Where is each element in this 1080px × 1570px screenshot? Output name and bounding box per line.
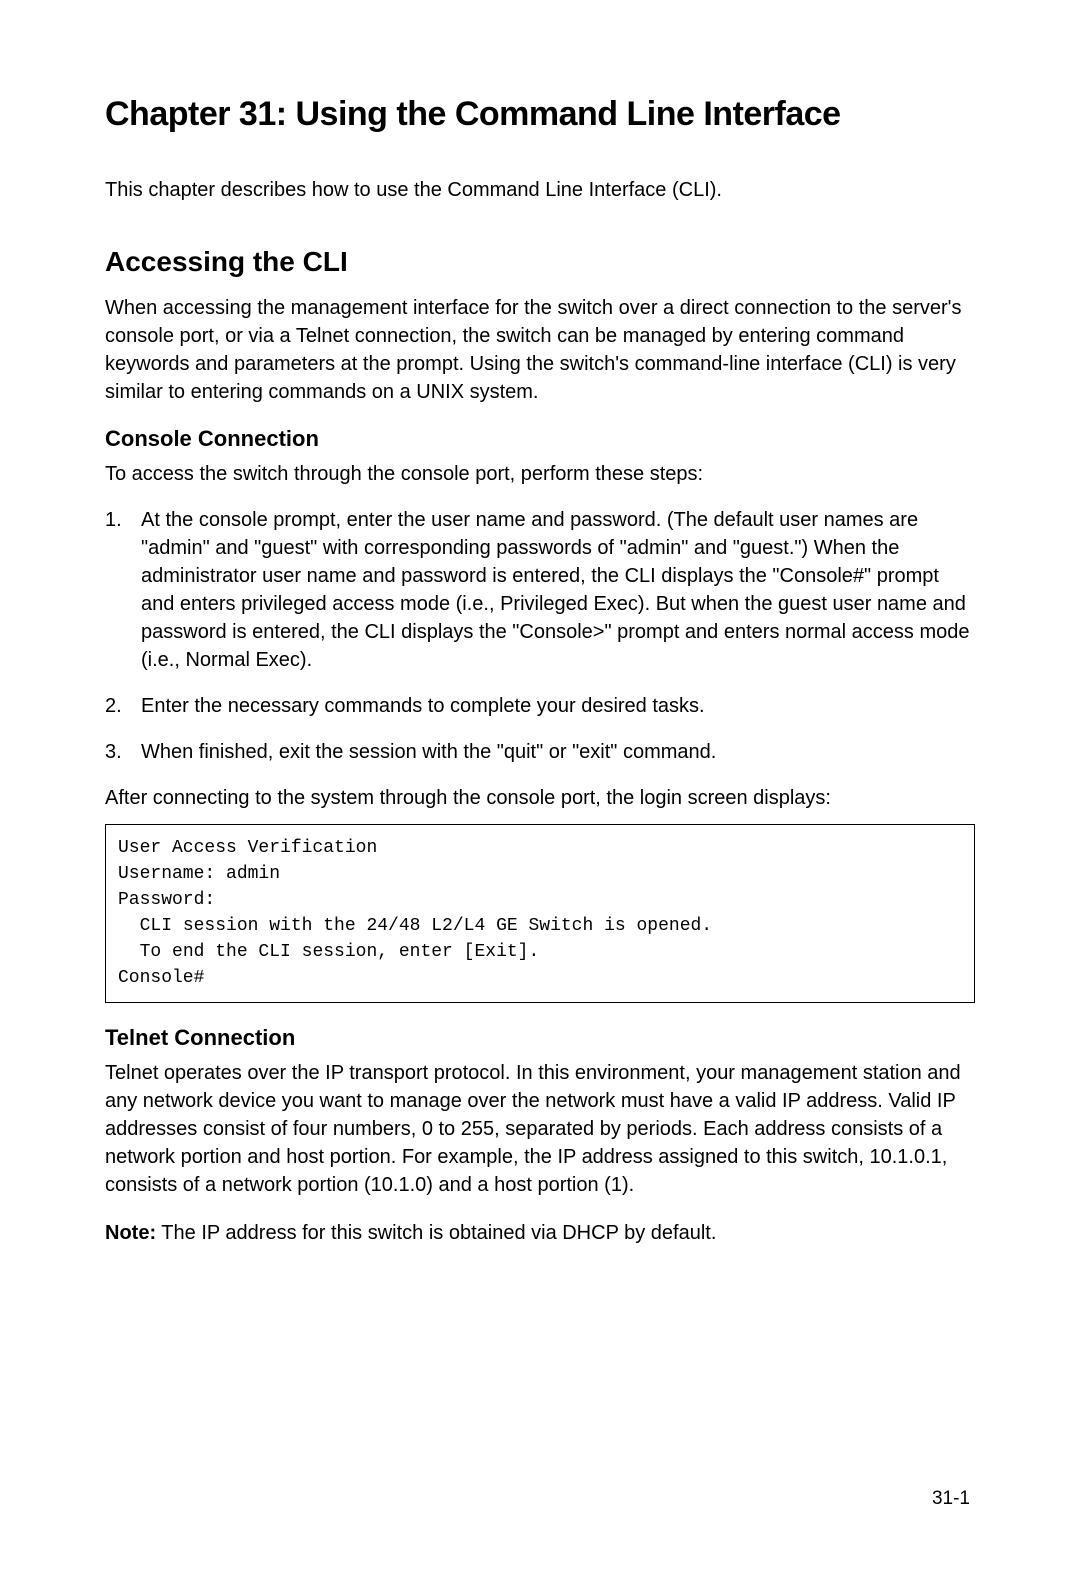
subsection-title-console-connection: Console Connection (105, 426, 975, 452)
section-body-accessing-cli: When accessing the management interface … (105, 294, 975, 406)
chapter-intro: This chapter describes how to use the Co… (105, 176, 975, 204)
note-label: Note: (105, 1222, 156, 1244)
note-content: The IP address for this switch is obtain… (156, 1222, 716, 1244)
console-after-list: After connecting to the system through t… (105, 784, 975, 812)
telnet-body: Telnet operates over the IP transport pr… (105, 1059, 975, 1199)
login-screen-code: User Access Verification Username: admin… (105, 824, 975, 1003)
console-steps-intro: To access the switch through the console… (105, 460, 975, 488)
chapter-title: Chapter 31: Using the Command Line Inter… (105, 95, 975, 134)
telnet-note: Note: The IP address for this switch is … (105, 1219, 975, 1247)
console-steps-list: At the console prompt, enter the user na… (105, 506, 975, 766)
page-number: 31-1 (932, 1488, 970, 1510)
list-item: At the console prompt, enter the user na… (105, 506, 975, 674)
section-title-accessing-cli: Accessing the CLI (105, 246, 975, 278)
list-item: Enter the necessary commands to complete… (105, 692, 975, 720)
list-item: When finished, exit the session with the… (105, 738, 975, 766)
subsection-title-telnet-connection: Telnet Connection (105, 1025, 975, 1051)
